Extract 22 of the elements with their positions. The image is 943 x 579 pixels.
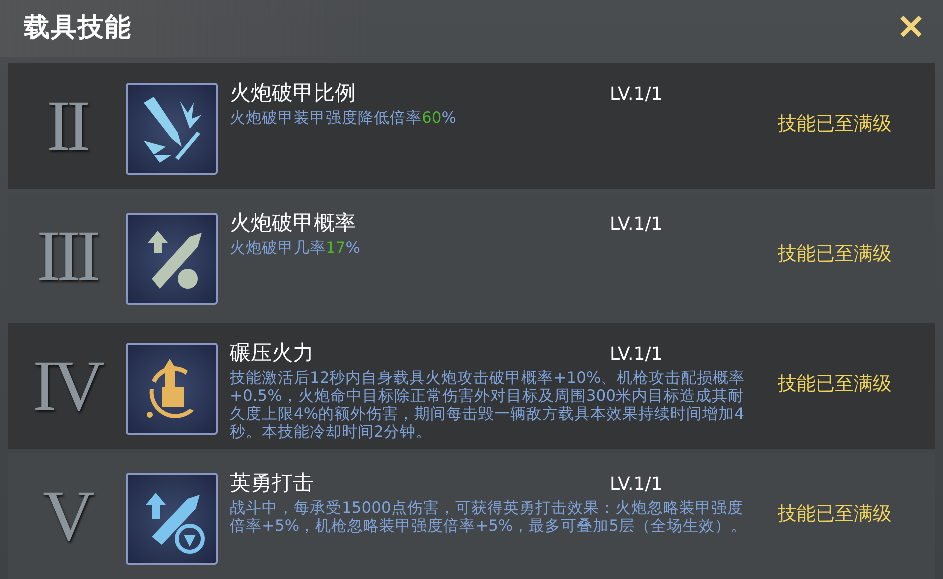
skill-status: 技能已至满级	[778, 242, 892, 267]
tier-numeral: III	[36, 215, 98, 298]
skill-status: 技能已至满级	[778, 502, 892, 527]
skill-name: 火炮破甲概率	[230, 210, 357, 237]
skill-level: LV.1/1	[610, 474, 663, 495]
tier-numeral: IV	[32, 345, 102, 428]
skill-name: 英勇打击	[230, 470, 315, 497]
skill-status: 技能已至满级	[778, 372, 892, 397]
skill-level: LV.1/1	[610, 84, 663, 105]
skill-description: 火炮破甲装甲强度降低倍率60%	[230, 109, 458, 127]
skill-name: 碾压火力	[230, 340, 315, 367]
skill-level: LV.1/1	[610, 214, 663, 235]
skill-level: LV.1/1	[610, 344, 663, 365]
skill-description: 火炮破甲几率17%	[230, 239, 362, 257]
skill-status: 技能已至满级	[778, 112, 892, 137]
skill-description: 战斗中，每承受15000点伤害，可获得英勇打击效果：火炮忽略装甲强度倍率+5%，机枪忽略装甲强度倍率+5%，最多可叠加5层（全场生效）。	[230, 499, 748, 535]
panel-title: 载具技能	[24, 12, 132, 45]
skill-description: 技能激活后12秒内自身载具火炮攻击破甲概率+10%、机枪攻击配损概率+0.5%，火炮命中目标除正常伤害外对目标及周围300米内目标造成其耐久度上限4%的额外伤害，期间每击毁一辆敌方载具本效果持续时间增加4秒。本技能冷却时间2分钟。	[230, 369, 746, 441]
skill-name: 火炮破甲比例	[230, 80, 357, 107]
tier-numeral: II	[46, 85, 88, 168]
tier-numeral: V	[42, 475, 92, 558]
close-button[interactable]: ✕	[891, 10, 931, 44]
